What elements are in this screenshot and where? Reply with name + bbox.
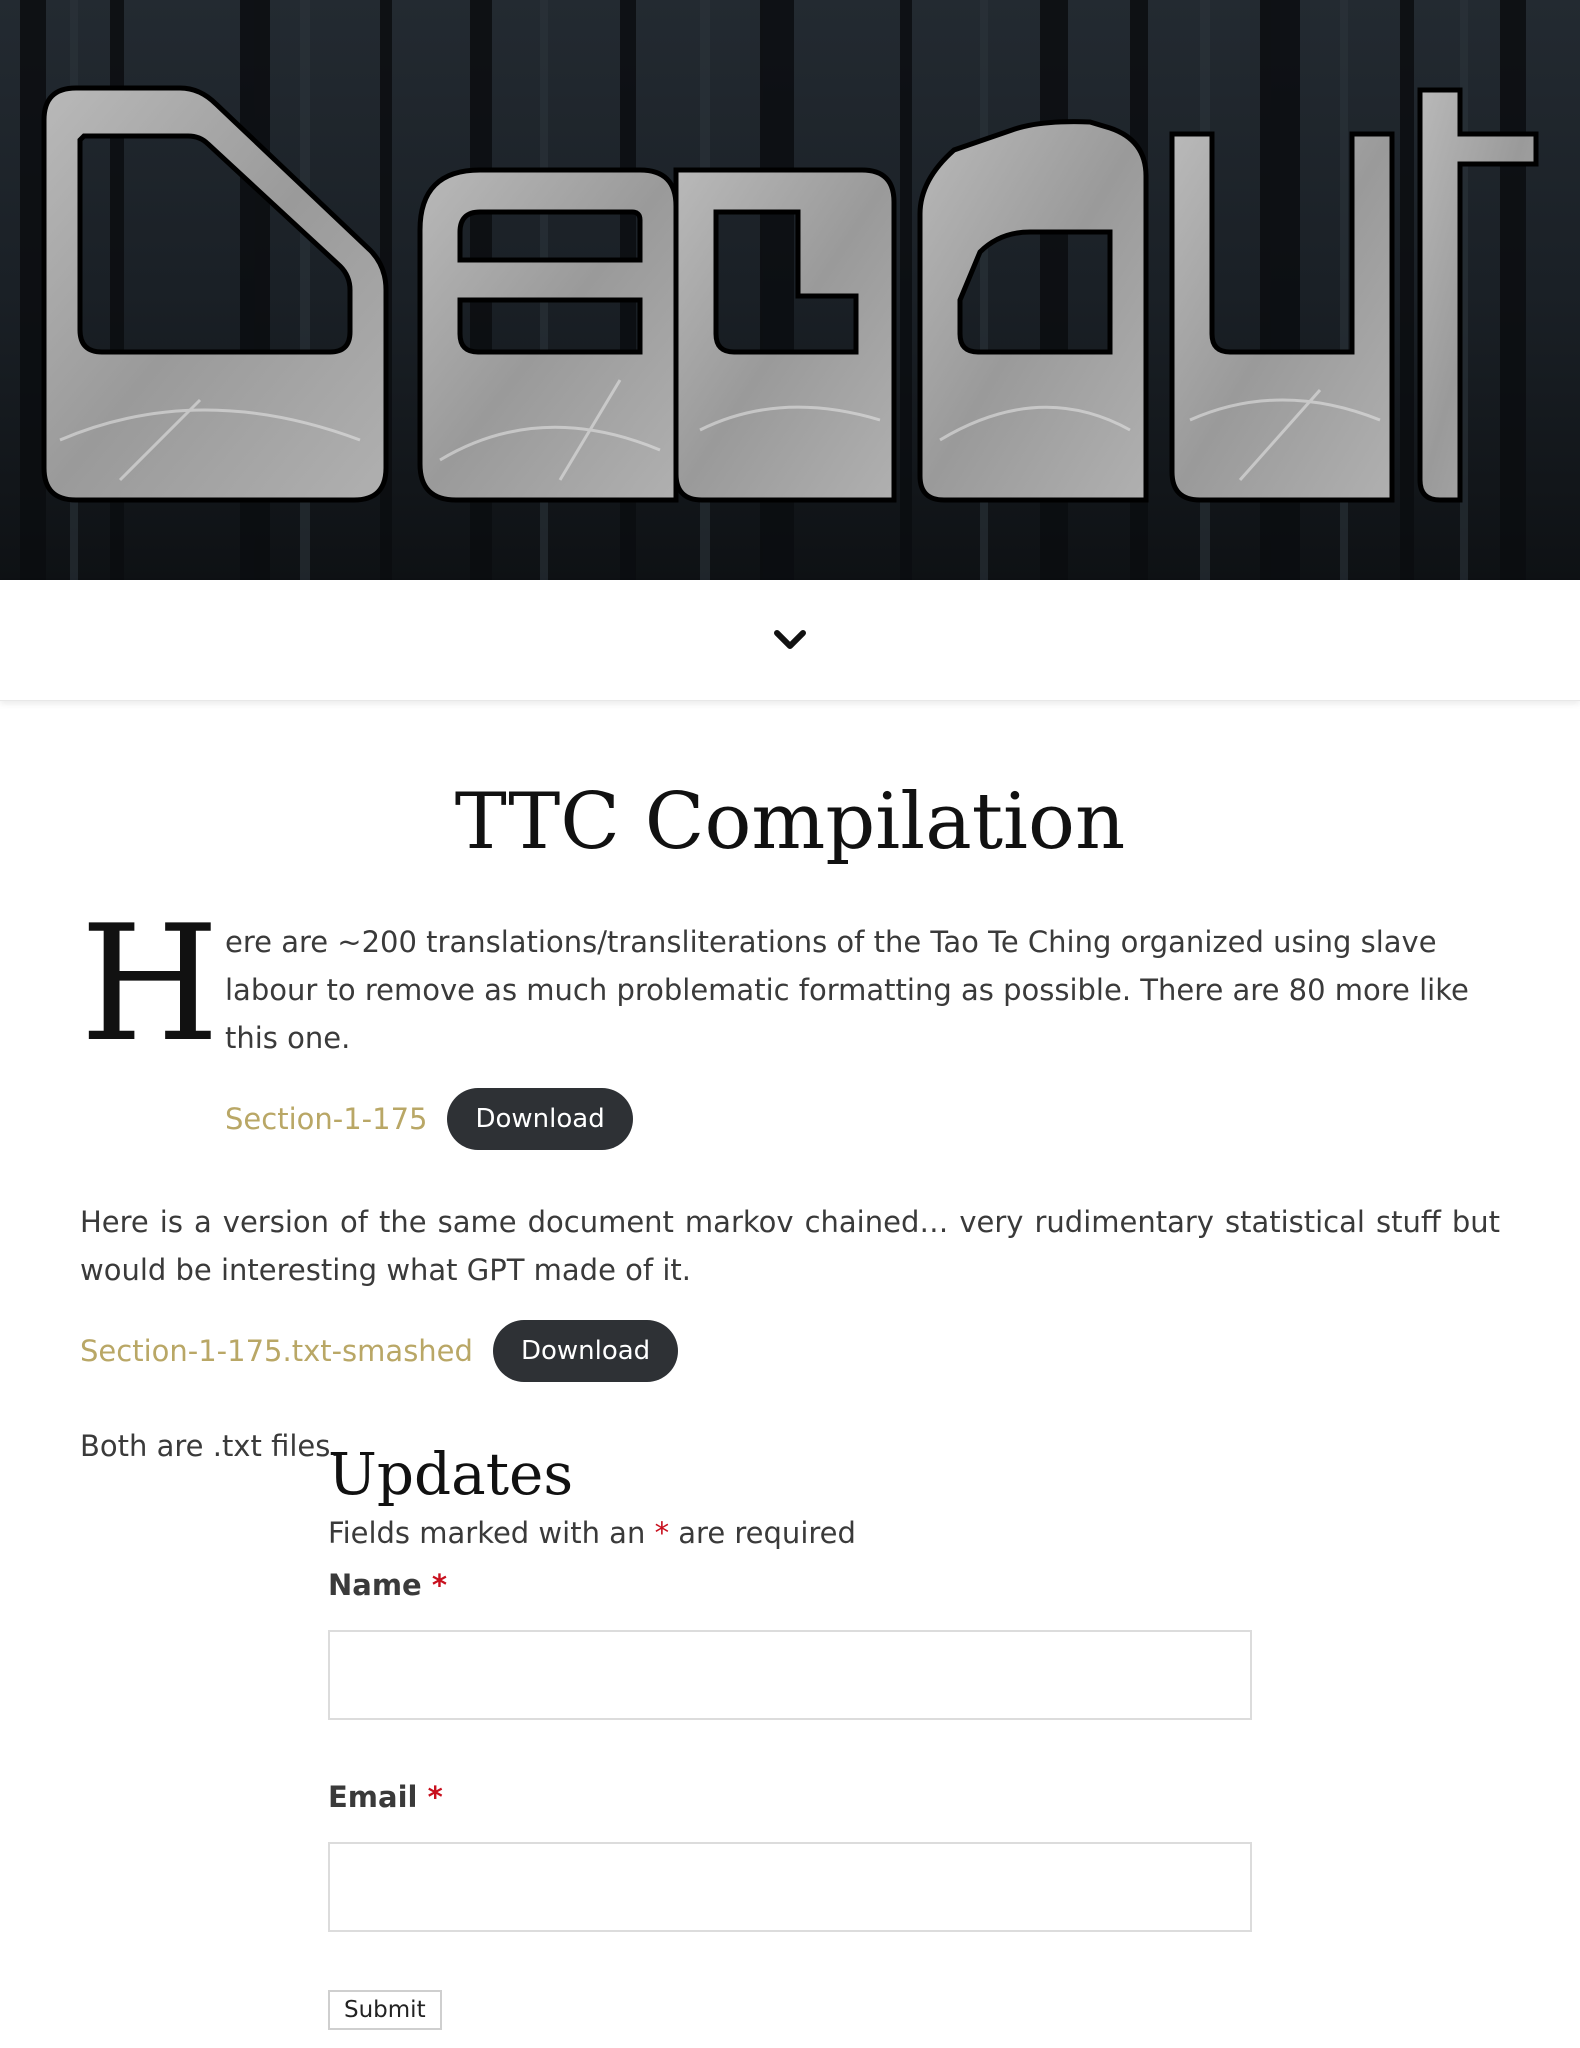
download-button-2[interactable]: Download <box>492 1319 679 1382</box>
name-label: Name * <box>328 1568 1252 1602</box>
markov-paragraph: Here is a version of the same document m… <box>80 1204 1500 1287</box>
intro-text: ere are ~200 translations/transliteratio… <box>225 924 1469 1055</box>
page-title: TTC Compilation <box>454 777 1126 867</box>
chevron-down-icon <box>774 630 806 649</box>
file-link-section-1-175[interactable]: Section-1-175 <box>225 1102 427 1136</box>
submit-button[interactable]: Submit <box>328 1989 442 2030</box>
required-note-text-after: are required <box>669 1515 856 1550</box>
email-field[interactable] <box>328 1841 1252 1932</box>
email-label-text: Email <box>328 1779 418 1814</box>
required-note-text-before: Fields marked with an <box>328 1515 655 1550</box>
main-content: TTC Compilation H ere are ~200 translati… <box>80 700 1500 1470</box>
hero-banner <box>0 0 1580 580</box>
nav-bar <box>0 580 1580 701</box>
name-field[interactable] <box>328 1629 1252 1720</box>
menu-toggle-button[interactable] <box>766 616 814 664</box>
dropcap-letter: H <box>80 889 220 1077</box>
file-row-1: Section-1-175 Download <box>225 1087 1500 1150</box>
email-label: Email * <box>328 1780 1252 1814</box>
file-link-section-smashed[interactable]: Section-1-175.txt-smashed <box>80 1334 473 1368</box>
site-logo <box>0 0 1580 580</box>
email-required-star: * <box>427 1779 443 1814</box>
download-button-1[interactable]: Download <box>447 1087 633 1150</box>
name-label-text: Name <box>328 1567 422 1602</box>
required-star: * <box>654 1515 670 1550</box>
form-title: Updates <box>328 1440 574 1508</box>
updates-form: Updates Fields marked with an * are requ… <box>328 1440 1252 2030</box>
intro-paragraph: H ere are ~200 translations/transliterat… <box>80 903 1500 1150</box>
file-row-2: Section-1-175.txt-smashed Download <box>80 1319 1500 1382</box>
name-required-star: * <box>431 1567 448 1602</box>
required-note: Fields marked with an * are required <box>328 1516 1252 1550</box>
